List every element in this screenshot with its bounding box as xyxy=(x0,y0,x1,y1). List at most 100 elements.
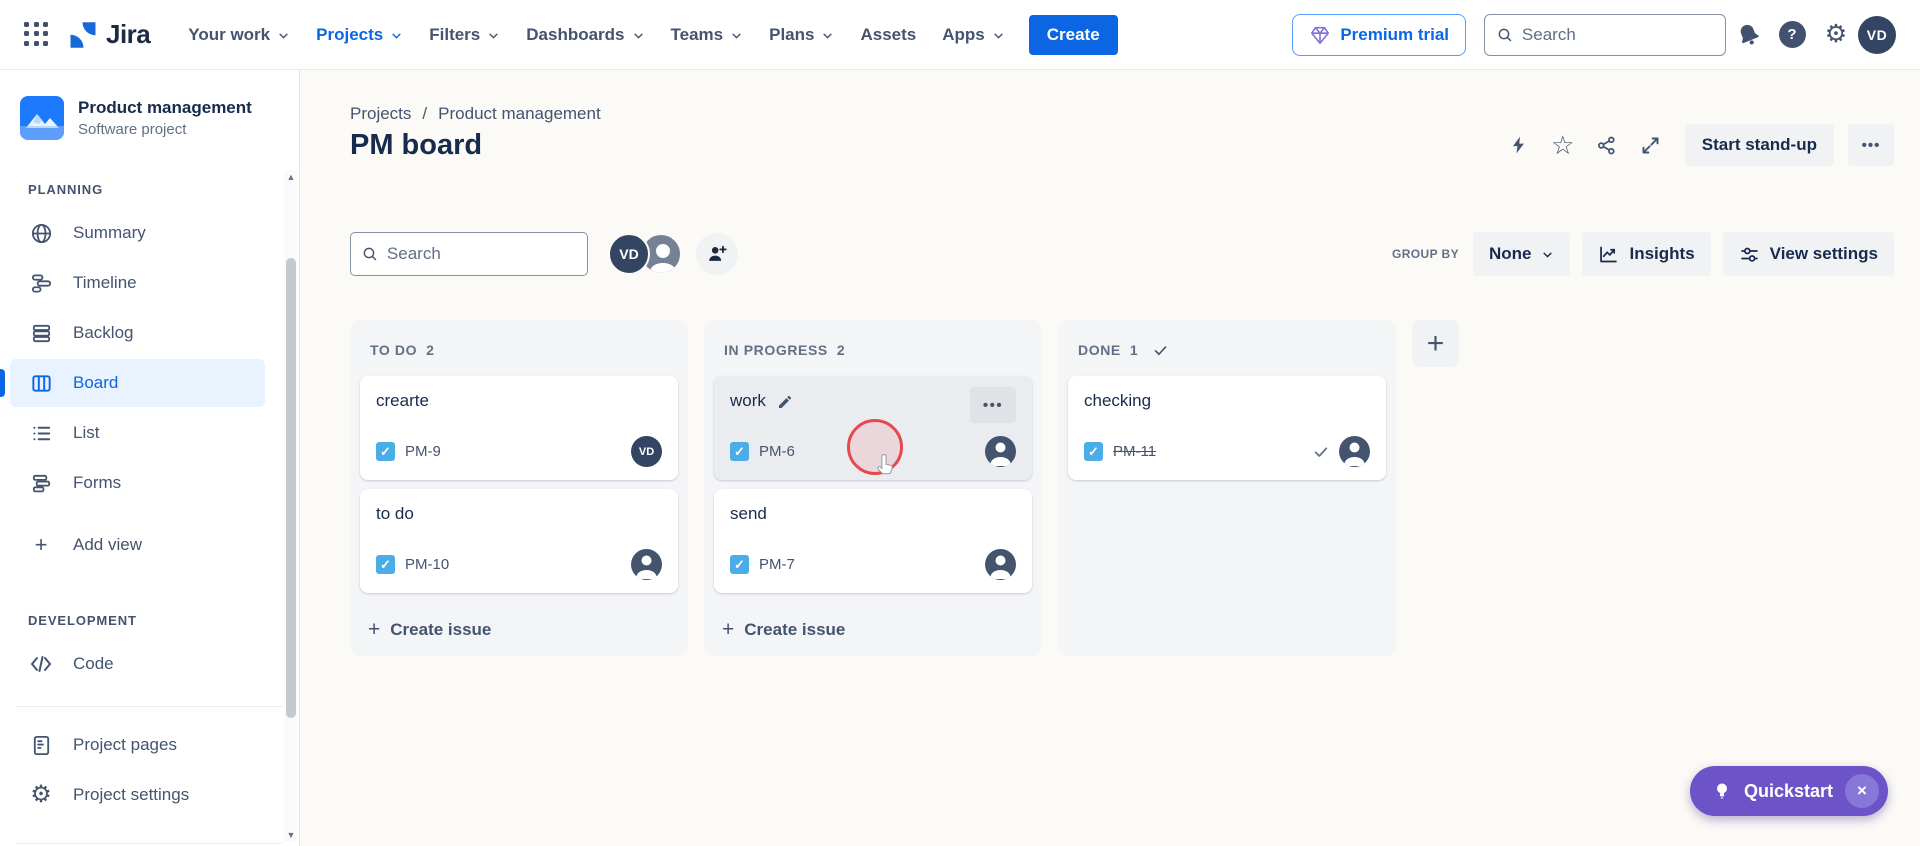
sidebar-item-backlog[interactable]: Backlog xyxy=(10,309,265,357)
chevron-down-icon xyxy=(732,33,741,39)
sidebar-item-list[interactable]: List xyxy=(10,409,265,457)
code-icon xyxy=(28,652,54,676)
create-issue-button[interactable]: + Create issue xyxy=(360,609,678,646)
active-indicator xyxy=(0,369,5,397)
scroll-down-icon[interactable]: ▼ xyxy=(284,830,298,840)
sidebar-item-project-pages[interactable]: Project pages xyxy=(10,721,265,769)
person-icon xyxy=(990,442,1011,466)
column-done-header: DONE 1 xyxy=(1068,330,1386,376)
global-search-input[interactable] xyxy=(1521,24,1713,45)
quickstart-widget[interactable]: Quickstart × xyxy=(1689,766,1888,816)
quickstart-close-button[interactable]: × xyxy=(1845,774,1879,808)
favourite-button[interactable]: ☆ xyxy=(1543,125,1583,165)
breadcrumb-product-management[interactable]: Product management xyxy=(438,104,601,124)
insights-button[interactable]: Insights xyxy=(1582,232,1711,276)
person-icon xyxy=(1344,442,1365,466)
sidebar-item-code[interactable]: Code xyxy=(10,640,265,688)
plus-icon: + xyxy=(368,618,381,641)
board-search-input[interactable] xyxy=(386,244,576,264)
sidebar-add-view[interactable]: + Add view xyxy=(10,521,265,569)
nav-your-work[interactable]: Your work xyxy=(176,15,302,55)
assignee-avatar[interactable]: VD xyxy=(631,436,662,467)
quickstart-label: Quickstart xyxy=(1743,780,1833,801)
create-button[interactable]: Create xyxy=(1028,14,1118,55)
edit-pencil-icon[interactable] xyxy=(777,394,793,410)
card-more-button[interactable]: ••• xyxy=(970,387,1016,423)
automation-button[interactable] xyxy=(1499,125,1539,165)
add-people-button[interactable] xyxy=(696,233,738,275)
bell-icon xyxy=(1740,24,1759,45)
timeline-icon xyxy=(28,272,54,295)
nav-teams[interactable]: Teams xyxy=(659,15,756,55)
sidebar-item-project-settings[interactable]: ⚙ Project settings xyxy=(10,771,265,819)
card-pm-7[interactable]: send ✓ PM-7 xyxy=(714,489,1032,593)
board-more-button[interactable]: ••• xyxy=(1848,124,1894,166)
card-pm-6[interactable]: work ••• ✓ PM-6 xyxy=(714,376,1032,480)
settings-button[interactable]: ⚙ xyxy=(1814,13,1858,57)
add-column-button[interactable]: + xyxy=(1412,320,1459,367)
primary-nav: Your work Projects Filters Dashboards Te… xyxy=(176,15,1016,55)
jira-logo-icon xyxy=(68,20,98,50)
resolved-check-icon xyxy=(1314,446,1328,457)
column-count: 1 xyxy=(1129,342,1139,358)
sidebar-divider xyxy=(16,843,283,844)
premium-trial-button[interactable]: Premium trial xyxy=(1292,13,1466,56)
nav-projects[interactable]: Projects xyxy=(304,15,415,55)
share-icon xyxy=(1598,136,1615,154)
member-avatar-vd[interactable]: VD xyxy=(608,233,650,275)
user-avatar[interactable]: VD xyxy=(1858,15,1896,54)
sidebar-item-board[interactable]: Board xyxy=(0,359,265,407)
nav-filters[interactable]: Filters xyxy=(417,15,512,55)
start-standup-button[interactable]: Start stand-up xyxy=(1684,124,1834,166)
chevron-down-icon xyxy=(823,33,833,39)
nav-assets[interactable]: Assets xyxy=(848,15,928,55)
section-development: DEVELOPMENT xyxy=(28,613,137,628)
top-navbar: Jira Your work Projects Filters Dashboar… xyxy=(0,0,1920,70)
view-settings-button[interactable]: View settings xyxy=(1722,232,1894,276)
gear-icon: ⚙ xyxy=(1824,20,1848,48)
app-switcher-icon[interactable] xyxy=(24,21,50,48)
task-type-icon: ✓ xyxy=(376,555,395,574)
task-type-icon: ✓ xyxy=(730,555,749,574)
breadcrumb-projects[interactable]: Projects xyxy=(350,104,411,124)
card-pm-11[interactable]: checking ✓ PM-11 xyxy=(1068,376,1386,480)
create-issue-button[interactable]: + Create issue xyxy=(714,609,1032,646)
help-button[interactable]: ? xyxy=(1770,13,1814,57)
share-button[interactable] xyxy=(1587,125,1627,165)
issue-key: PM-10 xyxy=(405,556,450,573)
fullscreen-button[interactable] xyxy=(1631,125,1671,165)
sidebar-item-forms[interactable]: Forms xyxy=(10,459,265,507)
search-icon xyxy=(363,247,377,261)
project-header[interactable]: Product management Software project xyxy=(0,96,299,140)
section-planning: PLANNING xyxy=(28,182,104,197)
nav-plans[interactable]: Plans xyxy=(757,15,846,55)
lightbulb-icon xyxy=(1716,783,1727,799)
issue-key: PM-7 xyxy=(759,556,795,573)
nav-apps[interactable]: Apps xyxy=(930,15,1017,55)
plus-icon: + xyxy=(722,618,735,641)
jira-logo[interactable]: Jira xyxy=(68,19,151,50)
sidebar-item-timeline[interactable]: Timeline xyxy=(10,259,265,307)
assignee-avatar-unassigned[interactable] xyxy=(985,549,1016,580)
person-add-icon xyxy=(709,245,727,261)
star-icon: ☆ xyxy=(1551,130,1575,160)
card-pm-10[interactable]: to do ✓ PM-10 xyxy=(360,489,678,593)
assignee-avatar-unassigned[interactable] xyxy=(631,549,662,580)
group-by-select[interactable]: None xyxy=(1472,232,1571,276)
kanban-board: TO DO 2 crearte ✓ PM-9 VD to do ✓ PM-10 … xyxy=(350,320,1459,656)
card-pm-9[interactable]: crearte ✓ PM-9 VD xyxy=(360,376,678,480)
forms-icon xyxy=(28,472,54,495)
notifications-button[interactable] xyxy=(1726,13,1770,57)
chevron-down-icon xyxy=(993,33,1003,39)
scrollbar-thumb[interactable] xyxy=(286,258,296,718)
assignee-avatar-unassigned[interactable] xyxy=(1339,436,1370,467)
issue-key: PM-11 xyxy=(1113,443,1157,460)
sidebar-scrollbar[interactable]: ▲ ▼ xyxy=(284,170,298,842)
chevron-down-icon xyxy=(489,33,499,39)
sidebar-item-summary[interactable]: Summary xyxy=(10,209,265,257)
plus-icon: + xyxy=(1426,326,1445,360)
nav-dashboards[interactable]: Dashboards xyxy=(514,15,656,55)
assignee-avatar-unassigned[interactable] xyxy=(985,436,1016,467)
scroll-up-icon[interactable]: ▲ xyxy=(284,172,298,182)
sidebar-divider xyxy=(16,706,283,707)
